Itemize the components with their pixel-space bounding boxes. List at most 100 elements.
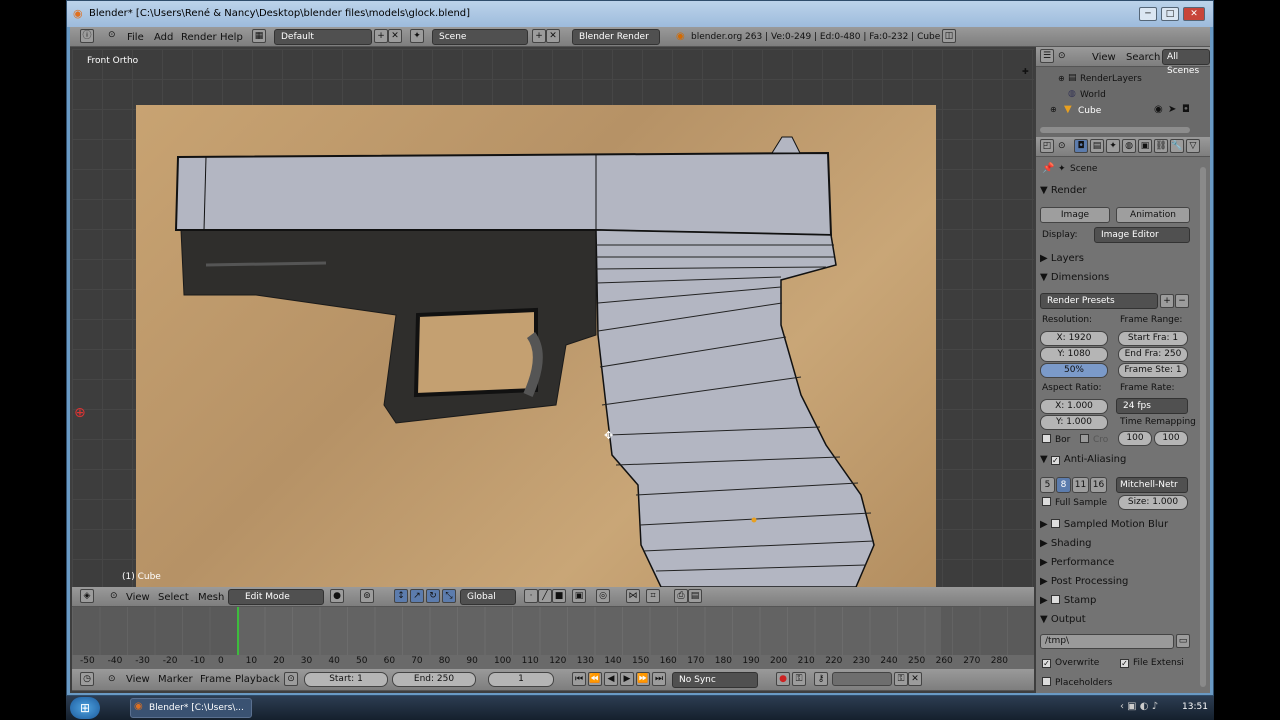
layout-field[interactable]: Default — [274, 29, 372, 45]
play-icon[interactable]: ▶ — [620, 672, 634, 686]
menu-file[interactable]: File — [127, 32, 144, 43]
add-preset-icon[interactable]: + — [1160, 294, 1174, 308]
output-panel-header[interactable]: ▼ Output — [1040, 614, 1190, 625]
remove-scene-icon[interactable]: ✕ — [546, 29, 560, 43]
aa-samples-11[interactable]: 11 — [1072, 477, 1089, 493]
display-select[interactable]: Image Editor — [1094, 227, 1190, 243]
snap-element-icon[interactable]: ⌗ — [646, 589, 660, 603]
translate-icon[interactable]: ↗ — [410, 589, 424, 603]
add-scene-icon[interactable]: + — [532, 29, 546, 43]
data-tab-icon[interactable]: ▽ — [1186, 139, 1200, 153]
next-keyframe-icon[interactable]: ⏩ — [636, 672, 650, 686]
shading-icon[interactable]: ● — [330, 589, 344, 603]
render-presets-select[interactable]: Render Presets — [1040, 293, 1158, 309]
3d-view-type-icon[interactable]: ◈ — [80, 589, 94, 603]
menu-render[interactable]: Render — [181, 32, 217, 43]
aa-samples-8[interactable]: 8 — [1056, 477, 1071, 493]
rotate-icon[interactable]: ↻ — [426, 589, 440, 603]
world-tab-icon[interactable]: ◍ — [1122, 139, 1136, 153]
outliner-item-cube[interactable]: Cube — [1078, 106, 1101, 116]
keying-icon[interactable]: ⚿ — [792, 672, 806, 686]
full-sample-checkbox[interactable]: Full Sample — [1042, 497, 1107, 508]
expand-icon[interactable]: ⊕ — [1058, 74, 1065, 83]
timeline-menu-playback[interactable]: Playback — [235, 674, 280, 685]
resolution-percent-field[interactable]: 50% — [1040, 363, 1108, 378]
menu-select[interactable]: Select — [158, 592, 189, 603]
timeline-menu-frame[interactable]: Frame — [200, 674, 231, 685]
render-tab-icon[interactable]: ◘ — [1074, 139, 1088, 153]
renderlayer-tab-icon[interactable]: ▤ — [1090, 139, 1104, 153]
visibility-eye-icon[interactable]: ◉ — [1154, 104, 1163, 115]
preview-range-icon[interactable]: ⊙ — [284, 672, 298, 686]
delete-key-icon[interactable]: ✕ — [908, 672, 922, 686]
menu-add[interactable]: Add — [154, 32, 173, 43]
screen-layout-icon[interactable]: ▦ — [252, 29, 266, 43]
area-split-icon[interactable]: ✚ — [1022, 67, 1029, 76]
anti-aliasing-panel-header[interactable]: ▼ ✓ Anti-Aliasing — [1040, 454, 1190, 465]
outliner-filter-select[interactable]: All Scenes — [1162, 49, 1210, 76]
record-icon[interactable]: ● — [776, 672, 790, 686]
resolution-y-field[interactable]: Y: 1080 — [1040, 347, 1108, 362]
menu-mesh[interactable]: Mesh — [198, 592, 224, 603]
resolution-x-field[interactable]: X: 1920 — [1040, 331, 1108, 346]
scale-icon[interactable]: ⤡ — [442, 589, 456, 603]
start-frame-field[interactable]: Start: 1 — [304, 672, 388, 687]
aa-size-field[interactable]: Size: 1.000 — [1118, 495, 1188, 510]
start-frame-prop-field[interactable]: Start Fra: 1 — [1118, 331, 1188, 346]
add-layout-icon[interactable]: + — [374, 29, 388, 43]
pivot-icon[interactable]: ⊚ — [360, 589, 374, 603]
keying-set-icon[interactable]: ⚷ — [814, 672, 828, 686]
render-panel-header[interactable]: ▼ Render — [1040, 185, 1190, 196]
outliner-collapse-icon[interactable]: ⊙ — [1058, 51, 1066, 61]
jump-start-icon[interactable]: ⏮ — [572, 672, 586, 686]
dimensions-panel-header[interactable]: ▼ Dimensions — [1040, 272, 1190, 283]
placeholders-checkbox[interactable]: Placeholders — [1042, 677, 1112, 688]
mode-select[interactable]: Edit Mode — [228, 589, 324, 605]
outliner-item-renderlayers[interactable]: RenderLayers — [1080, 74, 1142, 84]
close-button[interactable]: ✕ — [1183, 7, 1205, 21]
aspect-x-field[interactable]: X: 1.000 — [1040, 399, 1108, 414]
frame-step-field[interactable]: Frame Ste: 1 — [1118, 363, 1188, 378]
render-preview-icon[interactable]: ⎙ — [674, 589, 688, 603]
border-checkbox[interactable]: Bor — [1042, 434, 1070, 445]
jump-end-icon[interactable]: ⏭ — [652, 672, 666, 686]
current-frame-marker[interactable] — [237, 607, 239, 655]
keying-set-field[interactable] — [832, 672, 892, 686]
performance-panel-header[interactable]: ▶ Performance — [1040, 557, 1190, 568]
timeline-area[interactable] — [72, 607, 1034, 659]
limit-selection-icon[interactable]: ▣ — [572, 589, 586, 603]
outliner-menu-view[interactable]: View — [1092, 52, 1116, 63]
motion-blur-panel-header[interactable]: ▶ Sampled Motion Blur — [1040, 519, 1190, 530]
taskbar-blender-task[interactable]: Blender* [C:\Users\... — [130, 698, 252, 718]
remap-new-field[interactable]: 100 — [1154, 431, 1188, 446]
timeline-type-icon[interactable]: ◷ — [80, 672, 94, 686]
scene-field[interactable]: Scene — [432, 29, 528, 45]
end-frame-prop-field[interactable]: End Fra: 250 — [1118, 347, 1188, 362]
frame-rate-select[interactable]: 24 fps — [1116, 398, 1188, 414]
file-extensions-checkbox[interactable]: ✓ File Extensi — [1120, 658, 1184, 668]
aa-samples-5[interactable]: 5 — [1040, 477, 1055, 493]
shading-panel-header[interactable]: ▶ Shading — [1040, 538, 1190, 549]
constraint-tab-icon[interactable]: ⛓ — [1154, 139, 1168, 153]
manipulator-icon[interactable]: ↕ — [394, 589, 408, 603]
scene-icon[interactable]: ✦ — [410, 29, 424, 43]
modifier-tab-icon[interactable]: 🔧 — [1170, 139, 1184, 153]
header-collapse-icon[interactable]: ⊙ — [110, 591, 118, 601]
orientation-select[interactable]: Global — [460, 589, 516, 605]
play-reverse-icon[interactable]: ◀ — [604, 672, 618, 686]
edge-select-icon[interactable]: ╱ — [538, 589, 552, 603]
overwrite-checkbox[interactable]: ✓ Overwrite — [1042, 658, 1099, 668]
menu-view[interactable]: View — [126, 592, 150, 603]
current-frame-field[interactable]: 1 — [488, 672, 554, 687]
outliner-type-icon[interactable]: ☰ — [1040, 49, 1054, 63]
scene-tab-icon[interactable]: ✦ — [1106, 139, 1120, 153]
minimize-button[interactable]: ─ — [1139, 7, 1157, 21]
aa-samples-16[interactable]: 16 — [1090, 477, 1107, 493]
collapse-icon[interactable]: ⊙ — [108, 30, 116, 40]
vertex-select-icon[interactable]: · — [524, 589, 538, 603]
tray-icons[interactable]: ‹ ▣ ◐ ♪ — [1120, 701, 1158, 712]
outliner-menu-search[interactable]: Search — [1126, 52, 1160, 63]
stamp-panel-header[interactable]: ▶ Stamp — [1040, 595, 1190, 606]
remove-preset-icon[interactable]: − — [1175, 294, 1189, 308]
menu-help[interactable]: Help — [220, 32, 243, 43]
